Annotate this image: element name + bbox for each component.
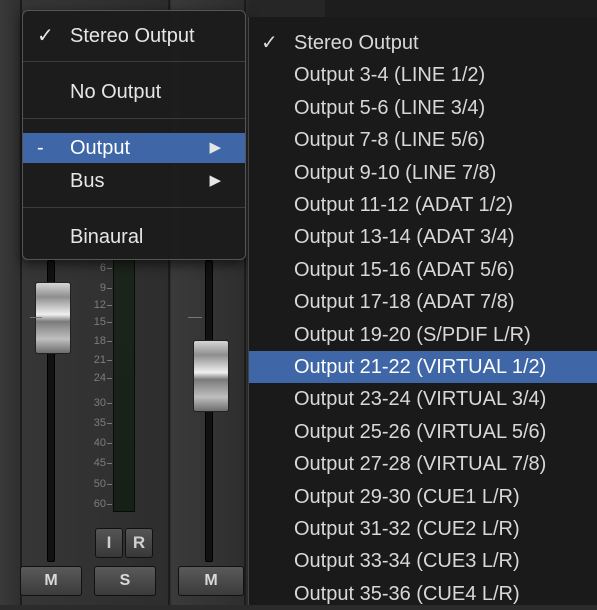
menu-item-label: No Output (70, 81, 162, 103)
submenu-item-label: Stereo Output (294, 32, 419, 54)
submenu-item-output[interactable]: Output 33-34 (CUE3 L/R) (249, 545, 597, 577)
scale-tick (107, 443, 112, 444)
scale-tick (107, 403, 112, 404)
menu-separator (23, 61, 245, 62)
submenu-item-label: Output 29-30 (CUE1 L/R) (294, 485, 520, 508)
scale-label: 15 (93, 316, 106, 328)
submenu-item-label: Output 21-22 (VIRTUAL 1/2) (294, 356, 547, 378)
submenu-item-label: Output 11-12 (ADAT 1/2) (294, 194, 513, 216)
scale-label: 30 (93, 397, 106, 409)
scale-tick (107, 504, 112, 505)
unity-tick (30, 317, 42, 318)
scale-label: 6 (99, 262, 106, 274)
submenu-item-output[interactable]: Output 23-24 (VIRTUAL 3/4) (249, 383, 597, 415)
volume-fader[interactable] (193, 340, 229, 412)
scale-label: 24 (93, 372, 106, 384)
submenu-item-output[interactable]: Output 29-30 (CUE1 L/R) (249, 481, 597, 513)
menu-item-stereo-output[interactable]: ✓ Stereo Output (23, 21, 245, 51)
scale-label: 50 (93, 478, 106, 490)
menu-item-label: Bus (70, 170, 105, 192)
submenu-item-output[interactable]: Output 9-10 (LINE 7/8) (249, 157, 597, 189)
scale-label: 9 (99, 282, 106, 294)
submenu-item-label: Output 27-28 (VIRTUAL 7/8) (294, 453, 547, 476)
submenu-arrow-icon: ▶ (209, 139, 221, 156)
submenu-item-label: Output 3-4 (LINE 1/2) (294, 64, 486, 87)
scale-label: 60 (93, 498, 106, 510)
scale-tick (107, 484, 112, 485)
submenu-item-output[interactable]: Output 13-14 (ADAT 3/4) (249, 221, 597, 253)
scale-tick (107, 305, 112, 306)
submenu-item-output[interactable]: Output 5-6 (LINE 3/4) (249, 92, 597, 124)
submenu-item-output[interactable]: Output 17-18 (ADAT 7/8) (249, 286, 597, 318)
level-meter (113, 258, 135, 512)
submenu-item-label: Output 13-14 (ADAT 3/4) (294, 226, 515, 249)
scale-tick (107, 322, 112, 323)
menu-item-no-output[interactable]: No Output (23, 77, 245, 107)
scale-tick (107, 378, 112, 379)
checkmark-icon: ✓ (37, 25, 54, 47)
submenu-item-output[interactable]: Output 11-12 (ADAT 1/2) (249, 189, 597, 221)
scale-label: 18 (93, 335, 106, 347)
menu-separator (23, 118, 245, 119)
submenu-item-label: Output 17-18 (ADAT 7/8) (294, 291, 515, 314)
submenu-item-output[interactable]: Output 7-8 (LINE 5/6) (249, 124, 597, 156)
output-context-menu: ✓ Stereo Output No Output - Output ▶ Bus… (22, 10, 246, 260)
mute-button[interactable]: M (20, 566, 82, 596)
submenu-item-label: Output 9-10 (LINE 7/8) (294, 161, 497, 184)
submenu-item-output[interactable]: Output 3-4 (LINE 1/2) (249, 59, 597, 91)
submenu-item-label: Output 33-34 (CUE3 L/R) (294, 550, 520, 573)
submenu-item-output[interactable]: Output 15-16 (ADAT 5/6) (249, 254, 597, 286)
menu-item-label: Stereo Output (70, 25, 195, 47)
submenu-item-label: Output 19-20 (S/PDIF L/R) (294, 323, 531, 346)
submenu-item-label: Output 23-24 (VIRTUAL 3/4) (294, 388, 547, 411)
submenu-item-output[interactable]: Output 25-26 (VIRTUAL 5/6) (249, 416, 597, 448)
submenu-item-label: Output 7-8 (LINE 5/6) (294, 129, 486, 152)
submenu-item-label: Output 31-32 (CUE2 L/R) (294, 518, 520, 540)
submenu-item-label: Output 25-26 (VIRTUAL 5/6) (294, 420, 547, 443)
mute-button[interactable]: M (178, 566, 244, 596)
scale-tick (107, 423, 112, 424)
checkmark-icon: ✓ (261, 32, 278, 54)
scale-label: 21 (93, 354, 106, 366)
submenu-item-output[interactable]: Output 21-22 (VIRTUAL 1/2) (249, 351, 597, 383)
menu-item-output[interactable]: - Output ▶ (23, 133, 245, 163)
scale-tick (107, 341, 112, 342)
submenu-item-output[interactable]: Output 31-32 (CUE2 L/R) (249, 513, 597, 545)
menu-item-label: Output (70, 137, 131, 159)
menu-item-label: Binaural (70, 226, 144, 248)
scale-label: 12 (93, 299, 106, 311)
solo-button[interactable]: S (94, 566, 156, 596)
scale-tick (107, 268, 112, 269)
menu-item-bus[interactable]: Bus ▶ (23, 166, 245, 196)
scale-label: 45 (93, 457, 106, 469)
submenu-item-label: Output 15-16 (ADAT 5/6) (294, 258, 515, 281)
scale-tick (107, 463, 112, 464)
menu-item-binaural[interactable]: Binaural (23, 222, 245, 252)
submenu-item-output[interactable]: ✓ Stereo Output (249, 27, 597, 59)
unity-tick (188, 317, 202, 318)
menu-separator (23, 207, 245, 208)
submenu-item-output[interactable]: Output 19-20 (S/PDIF L/R) (249, 319, 597, 351)
submenu-item-label: Output 5-6 (LINE 3/4) (294, 96, 486, 119)
scale-tick (107, 360, 112, 361)
submenu-item-output[interactable]: Output 27-28 (VIRTUAL 7/8) (249, 448, 597, 480)
submenu-arrow-icon: ▶ (209, 172, 221, 189)
volume-fader[interactable] (35, 282, 71, 354)
scale-tick (107, 288, 112, 289)
output-submenu: ✓ Stereo Output Output 3-4 (LINE 1/2) Outpu… (248, 17, 597, 605)
record-enable-button[interactable]: R (125, 528, 153, 558)
dash-marker-icon: - (37, 137, 44, 159)
scale-label: 35 (93, 417, 106, 429)
scale-label: 40 (93, 437, 106, 449)
input-monitor-button[interactable]: I (95, 528, 123, 558)
